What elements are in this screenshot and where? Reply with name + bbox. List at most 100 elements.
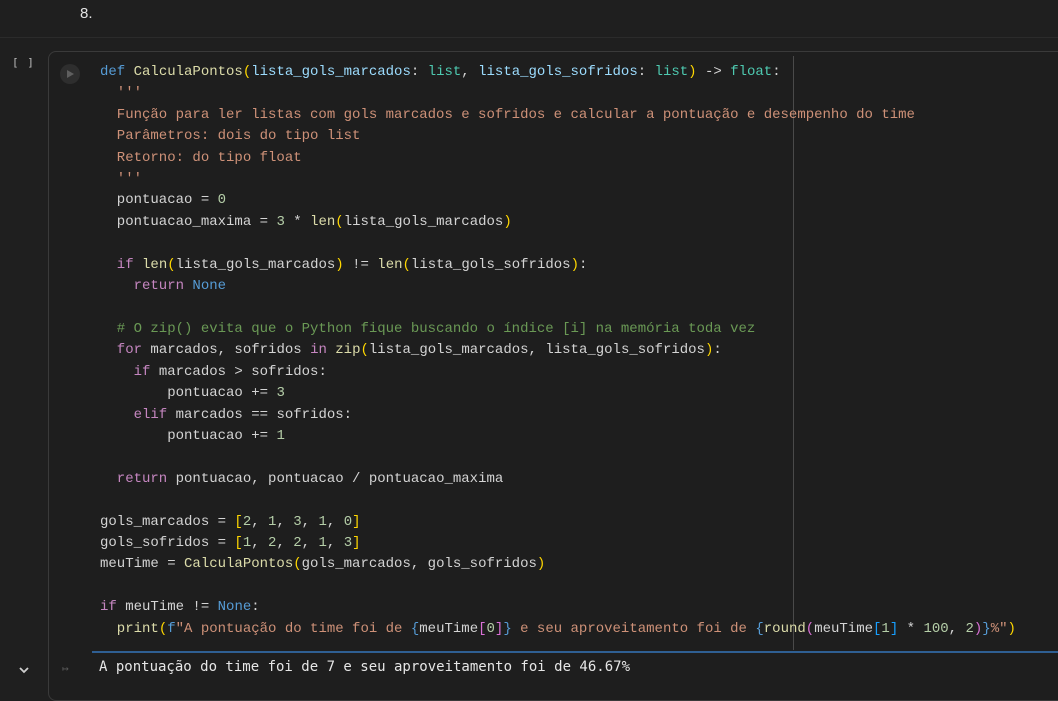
code-token: 2 (965, 620, 974, 637)
code-line: ​ (100, 490, 1016, 511)
code-token: pontuacao_maxima = (100, 213, 277, 230)
code-line: pontuacao = 0 (100, 190, 1016, 211)
code-token: : (637, 64, 655, 80)
code-token: : (713, 342, 722, 359)
code-token: float (730, 64, 773, 80)
code-token: gols_sofridos = (100, 534, 235, 551)
code-token: ''' (100, 171, 143, 188)
code-token: : (410, 64, 428, 80)
code-token: gols_marcados, gols_sofridos (301, 556, 537, 573)
code-token: pontuacao += (100, 427, 277, 444)
code-token: , (276, 513, 294, 530)
code-line: meuTime = CalculaPontos(gols_marcados, g… (100, 554, 1016, 575)
code-line: # O zip() evita que o Python fique busca… (100, 319, 1016, 340)
code-token: marcados == sofridos: (175, 406, 353, 423)
code-token: "A pontuação do time foi de (175, 620, 411, 637)
code-token: lista_gols_sofridos (410, 256, 571, 273)
code-token: pontuacao += (100, 385, 277, 402)
code-token: [ (478, 620, 487, 637)
code-token: print (100, 620, 159, 637)
code-token: marcados, sofridos (150, 342, 311, 359)
code-token: ( (402, 256, 411, 273)
code-token: for (100, 342, 151, 359)
code-line: ''' (100, 83, 1016, 104)
code-token: ( (158, 620, 168, 637)
code-token: [ (234, 534, 243, 551)
code-token: } (503, 620, 512, 637)
code-token: : (578, 256, 588, 273)
chevron-down-icon (19, 667, 29, 674)
code-token: lista_gols_marcados (175, 256, 336, 273)
code-token: , (461, 64, 479, 80)
code-token: ) (570, 256, 579, 273)
code-token: ( (167, 256, 176, 273)
code-token: %" (990, 620, 1008, 637)
code-token: 1 (318, 534, 327, 551)
code-token: meuTime != (125, 599, 218, 616)
code-token: ( (805, 620, 815, 637)
code-token: len (142, 256, 168, 273)
code-token: meuTime (814, 620, 873, 637)
markdown-list-item: 8. (80, 5, 93, 22)
code-token: 0 (486, 620, 495, 637)
code-token: , (301, 513, 319, 530)
code-token: pontuacao, pontuacao / pontuacao_maxima (175, 470, 504, 487)
code-line: return None (100, 276, 1016, 297)
code-token: ''' (100, 85, 143, 102)
code-line: pontuacao_maxima = 3 * len(lista_gols_ma… (100, 212, 1016, 233)
code-token: ) (335, 256, 344, 273)
code-token: , (301, 534, 319, 551)
code-line: ''' (100, 169, 1016, 190)
code-token: len (377, 256, 403, 273)
code-token: zip (335, 342, 361, 359)
code-token: * (898, 620, 924, 637)
code-token: ] (889, 620, 899, 637)
code-token: lista_gols_marcados (251, 64, 411, 80)
code-token: [ (234, 513, 243, 530)
code-token: meuTime (419, 620, 479, 637)
code-token: None (192, 278, 227, 295)
code-line: Função para ler listas com gols marcados… (100, 105, 1016, 126)
code-token: elif (100, 406, 176, 423)
code-token: ] (352, 513, 361, 530)
code-token: 3 (276, 213, 285, 230)
collapse-output-button[interactable] (17, 663, 31, 677)
code-line: if marcados > sofridos: (100, 362, 1016, 383)
code-token: marcados > sofridos: (158, 363, 327, 380)
output-separator (92, 651, 1058, 653)
code-token: -> (696, 64, 731, 80)
code-token: round (763, 620, 806, 637)
code-token: 0 (343, 513, 353, 530)
code-token: Parâmetros: dois do tipo list (100, 128, 361, 145)
code-token: * (284, 213, 311, 230)
code-token: list (654, 64, 689, 80)
code-token: lista_gols_sofridos (478, 64, 638, 80)
code-line: gols_marcados = [2, 1, 3, 1, 0] (100, 512, 1016, 533)
code-token: != (343, 256, 378, 273)
code-token: Retorno: do tipo float (100, 149, 302, 166)
code-token: , (948, 620, 966, 637)
run-cell-button[interactable] (60, 64, 80, 84)
code-token: ] (352, 534, 361, 551)
code-token: pontuacao = (100, 192, 218, 209)
code-token: 2 (242, 513, 252, 530)
code-token: , (251, 534, 269, 551)
code-token: def (100, 64, 134, 80)
code-line: ​ (100, 297, 1016, 318)
code-token: 1 (276, 427, 285, 444)
code-line: print(f"A pontuação do time foi de {meuT… (100, 619, 1016, 640)
code-token: ) (503, 213, 512, 230)
code-line: gols_sofridos = [1, 2, 2, 1, 3] (100, 533, 1016, 554)
code-token: ) (688, 64, 697, 80)
cell-output: A pontuação do time foi de 7 e seu aprov… (99, 659, 631, 675)
code-editor[interactable]: def CalculaPontos(lista_gols_marcados: l… (100, 62, 1016, 640)
code-line: pontuacao += 1 (100, 426, 1016, 447)
code-token: } (982, 620, 991, 637)
code-line: pontuacao += 3 (100, 383, 1016, 404)
output-icon: ↦ (62, 662, 69, 675)
code-token: in (310, 342, 336, 359)
code-token: if (100, 363, 159, 380)
code-token: CalculaPontos (133, 64, 243, 80)
code-token: # O zip() evita que o Python fique busca… (100, 320, 756, 337)
code-line: elif marcados == sofridos: (100, 405, 1016, 426)
